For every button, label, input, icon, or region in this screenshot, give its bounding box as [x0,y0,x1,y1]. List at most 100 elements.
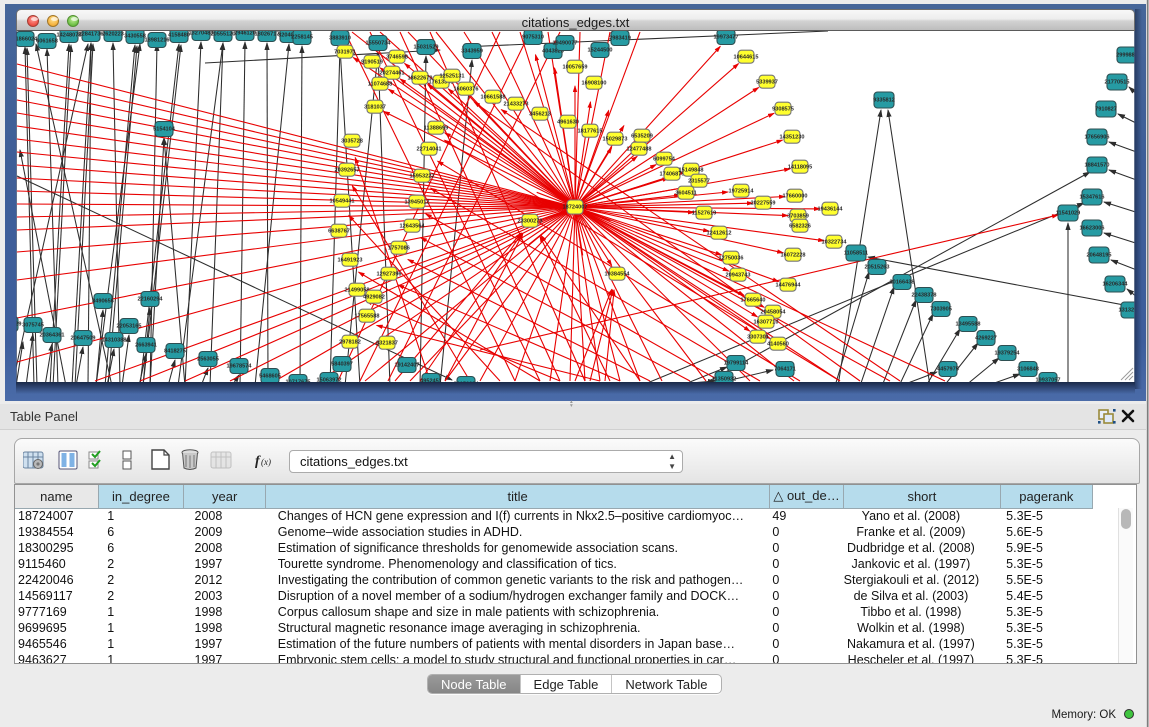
svg-text:3075745: 3075745 [22,323,44,329]
svg-text:4269227: 4269227 [975,336,997,342]
svg-text:18841570: 18841570 [1085,163,1110,169]
svg-text:5154104: 5154104 [153,127,176,133]
svg-text:8321837: 8321837 [376,341,398,347]
svg-text:17565588: 17565588 [355,314,380,320]
svg-text:12750036: 12750036 [719,256,744,262]
svg-text:15953222: 15953222 [410,174,435,180]
svg-text:16206344: 16206344 [1103,282,1129,288]
svg-text:16307710: 16307710 [754,320,779,326]
svg-text:18724007: 18724007 [563,205,588,211]
svg-text:10057659: 10057659 [563,65,588,71]
svg-text:16623006: 16623006 [1080,226,1105,232]
svg-text:12477488: 12477488 [627,147,652,153]
svg-text:15347616: 15347616 [1080,195,1105,201]
svg-text:22438378: 22438378 [912,293,937,299]
svg-text:21433273: 21433273 [504,102,529,108]
svg-text:17656906: 17656906 [1085,135,1110,141]
svg-text:11074688: 11074688 [368,82,393,88]
svg-text:14476944: 14476944 [776,283,802,289]
svg-text:4158480: 4158480 [168,33,190,39]
svg-text:6582326: 6582326 [789,224,811,230]
svg-text:16060376: 16060376 [454,87,479,93]
svg-text:8418275: 8418275 [164,349,186,355]
svg-text:22714041: 22714041 [417,147,442,153]
svg-text:3343959: 3343959 [461,49,483,55]
svg-text:22841736: 22841736 [79,32,104,38]
svg-text:7064171: 7064171 [774,367,796,373]
svg-text:20364361: 20364361 [40,333,65,339]
svg-text:3430558: 3430558 [124,34,146,40]
svg-text:3883910: 3883910 [329,36,351,42]
svg-text:7031971: 7031971 [334,50,356,56]
svg-text:2978182: 2978182 [339,340,361,346]
svg-text:10322734: 10322734 [822,240,848,246]
svg-text:19436144: 19436144 [818,207,844,213]
svg-text:20647509: 20647509 [71,336,96,342]
svg-text:9190519: 9190519 [361,60,383,66]
svg-text:7303905: 7303905 [930,307,952,313]
svg-text:10661588: 10661588 [481,95,506,101]
svg-text:11541029: 11541029 [1056,211,1081,217]
svg-text:16491923: 16491923 [338,258,363,264]
svg-text:5339937: 5339937 [756,80,778,86]
svg-text:21770515: 21770515 [1105,80,1130,86]
svg-text:17660000: 17660000 [783,194,808,200]
svg-text:20166438: 20166438 [890,280,915,286]
svg-text:20392657: 20392657 [335,168,360,174]
svg-text:1757086: 1757086 [388,246,410,252]
svg-text:18177615: 18177615 [578,129,603,135]
svg-text:4457975: 4457975 [937,367,959,373]
svg-text:6535209: 6535209 [631,134,653,140]
svg-text:19490077: 19490077 [553,41,578,47]
svg-text:20562129: 20562129 [16,322,21,328]
svg-text:12525131: 12525131 [440,74,465,80]
svg-text:20555120: 20555120 [211,32,236,38]
svg-text:19973477: 19973477 [714,35,739,41]
svg-text:4961630: 4961630 [557,120,579,126]
svg-text:2983419: 2983419 [609,36,631,42]
svg-text:2999883: 2999883 [1116,53,1135,59]
svg-text:20515263: 20515263 [865,265,890,271]
svg-text:22160294: 22160294 [138,297,164,303]
svg-text:5468605: 5468605 [259,374,281,380]
svg-text:4140560: 4140560 [767,342,789,348]
svg-text:6099754: 6099754 [653,157,676,163]
svg-text:9335812: 9335812 [873,98,895,104]
svg-text:20943743: 20943743 [726,273,751,279]
svg-text:19142407: 19142407 [395,363,420,369]
svg-text:19799114: 19799114 [724,361,749,367]
svg-text:3106848: 3106848 [1017,367,1039,373]
svg-text:8490656: 8490656 [92,299,114,305]
svg-text:19725914: 19725914 [729,189,755,195]
svg-text:(x): (x) [261,457,271,467]
svg-text:18981216: 18981216 [145,38,170,44]
svg-text:4929082: 4929082 [363,295,385,301]
svg-text:13495588: 13495588 [956,322,981,328]
svg-text:15550734: 15550734 [366,41,392,47]
svg-text:5840397: 5840397 [331,362,353,368]
svg-text:2663941: 2663941 [135,343,157,349]
svg-text:10644615: 10644615 [734,55,759,61]
svg-text:18026717: 18026717 [255,32,280,38]
svg-text:10549441: 10549441 [330,199,355,205]
svg-text:11527619: 11527619 [692,211,717,217]
svg-text:20274461: 20274461 [380,71,405,77]
svg-text:2946120: 2946120 [234,31,256,37]
svg-text:11058511: 11058511 [844,251,868,257]
svg-text:6638767: 6638767 [328,229,350,235]
svg-text:9308575: 9308575 [772,107,794,113]
svg-text:15029873: 15029873 [603,137,628,143]
svg-text:2563055: 2563055 [197,357,219,363]
svg-text:11388699: 11388699 [424,126,449,132]
svg-text:11866024: 11866024 [16,37,38,43]
svg-text:16908100: 16908100 [582,81,607,87]
svg-text:6061658: 6061658 [36,39,58,45]
svg-text:3456213: 3456213 [529,112,551,118]
svg-text:7910827: 7910827 [1095,107,1117,113]
svg-text:12643564: 12643564 [400,224,426,230]
svg-text:3035728: 3035728 [341,139,363,145]
svg-text:2315577: 2315577 [688,179,710,185]
svg-text:14118095: 14118095 [788,165,813,171]
svg-text:19384554: 19384554 [605,272,631,278]
svg-text:3307301: 3307301 [747,335,769,341]
